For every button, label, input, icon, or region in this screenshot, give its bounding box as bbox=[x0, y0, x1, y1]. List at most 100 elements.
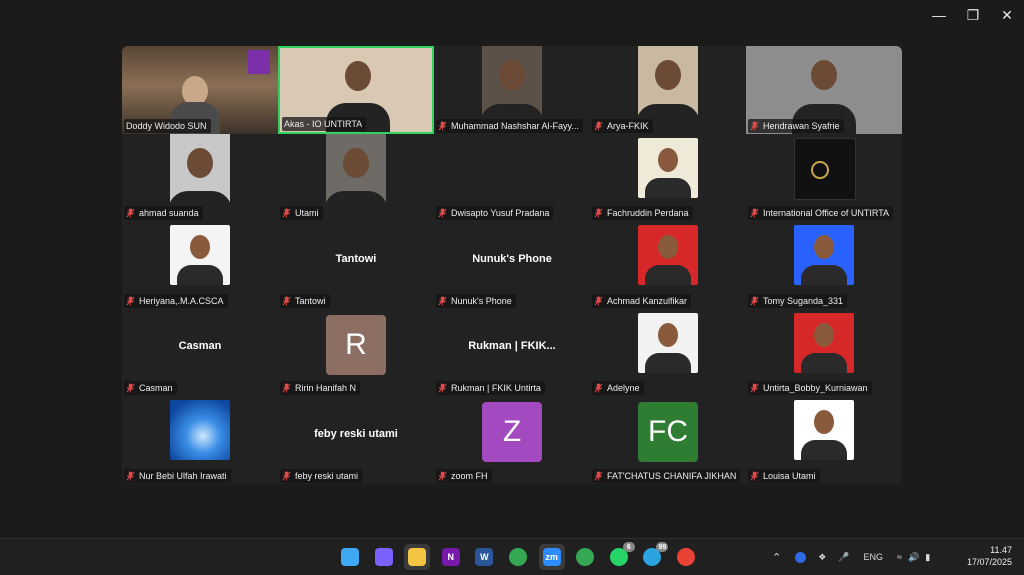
participant-tile[interactable]: Hendrawan Syafrie bbox=[746, 46, 902, 134]
participant-name-label: Untirta_Bobby_Kurniawan bbox=[748, 381, 872, 396]
taskbar-app-zoom[interactable]: zm bbox=[538, 544, 565, 570]
chrome-icon bbox=[677, 548, 695, 566]
participant-name: Untirta_Bobby_Kurniawan bbox=[763, 383, 868, 394]
avatar-initials: Z bbox=[502, 415, 522, 449]
muted-mic-icon bbox=[438, 383, 447, 393]
notification-badge: 6 bbox=[622, 542, 635, 552]
participant-name: Tantowi bbox=[295, 295, 326, 306]
participant-name-label: Heriyana,.M.A.CSCA bbox=[124, 293, 228, 308]
clock[interactable]: 11.47 17/07/2025 bbox=[967, 544, 1012, 568]
participant-tile[interactable]: Dwisapto Yusuf Pradana bbox=[434, 133, 590, 222]
participant-tile[interactable]: Heriyana,.M.A.CSCA bbox=[122, 221, 278, 309]
participant-name-label: Arya-FKIK bbox=[592, 118, 653, 133]
participant-tile[interactable]: Nunuk's Phone Nunuk's Phone bbox=[434, 221, 590, 309]
participant-logo bbox=[794, 137, 856, 200]
participant-name: Heriyana,.M.A.CSCA bbox=[139, 295, 224, 306]
participant-tile[interactable]: Fachruddin Perdana bbox=[590, 133, 746, 222]
muted-mic-icon bbox=[282, 296, 291, 306]
participant-tile[interactable]: feby reski utami feby reski utami bbox=[278, 396, 434, 484]
notification-badge: 99 bbox=[656, 542, 669, 552]
zoom-tray-icon[interactable] bbox=[795, 551, 807, 563]
minimize-button[interactable]: — bbox=[922, 0, 956, 30]
participant-tile[interactable]: Tomy Suganda_331 bbox=[746, 221, 902, 309]
participant-wallpaper bbox=[170, 400, 230, 461]
participant-tile[interactable]: Utami bbox=[278, 133, 434, 222]
onenote-icon: N bbox=[441, 548, 460, 566]
chevron-up-icon[interactable]: ⌃ bbox=[772, 551, 781, 564]
participant-name: zoom FH bbox=[451, 470, 488, 481]
participant-tile[interactable]: Untirta_Bobby_Kurniawan bbox=[746, 308, 902, 397]
participant-name-label: feby reski utami bbox=[280, 468, 363, 483]
participant-tile[interactable]: Zzoom FH bbox=[434, 396, 590, 484]
participant-name-label: Fachruddin Perdana bbox=[592, 206, 693, 221]
participant-name: Achmad Kanzulfikar bbox=[607, 295, 688, 306]
participant-tile[interactable]: Muhammad Nashshar Al-Fayy... bbox=[434, 46, 590, 134]
taskbar-app-telegram[interactable]: 99 bbox=[639, 542, 669, 570]
participant-tile[interactable]: Adelyne bbox=[590, 308, 746, 397]
participant-name: Utami bbox=[295, 208, 319, 219]
muted-mic-icon bbox=[282, 383, 291, 393]
participant-display-name: Rukman | FKIK... bbox=[468, 340, 556, 353]
participant-name-label: Doddy Widodo SUN bbox=[124, 118, 211, 133]
participant-tile[interactable]: R Ririn Hanifah N bbox=[278, 308, 434, 397]
participant-name-label: Adelyne bbox=[592, 381, 644, 396]
taskbar-app-chrome[interactable] bbox=[505, 544, 531, 570]
taskbar-app-word[interactable]: W bbox=[471, 544, 497, 570]
participant-name: Doddy Widodo SUN bbox=[126, 120, 207, 131]
muted-mic-icon bbox=[126, 296, 135, 306]
taskbar-app-windows-start[interactable] bbox=[337, 544, 363, 570]
participant-tile[interactable]: Nur Bebi Ulfah Irawati bbox=[122, 396, 278, 484]
participant-name-label: Rukman | FKIK Untirta bbox=[436, 381, 545, 396]
dropbox-icon[interactable]: ❖ bbox=[818, 552, 826, 563]
participant-photo bbox=[794, 312, 854, 373]
participant-name: Rukman | FKIK Untirta bbox=[451, 383, 541, 394]
restore-button[interactable]: ❐ bbox=[956, 0, 990, 30]
participant-photo bbox=[794, 400, 854, 461]
avatar: R bbox=[326, 314, 386, 375]
taskbar-app-copilot[interactable] bbox=[371, 544, 397, 570]
system-tray: ⌃ ❖ 🎤 ENG ≈ 🔊 ▮ bbox=[772, 539, 930, 575]
taskbar-app-chrome-profile[interactable] bbox=[572, 544, 598, 570]
taskbar-app-chrome-profile-2[interactable] bbox=[673, 544, 699, 570]
participant-name-label: ahmad suanda bbox=[124, 206, 203, 221]
participant-tile[interactable]: Casman Casman bbox=[122, 308, 278, 397]
participant-tile[interactable]: Achmad Kanzulfikar bbox=[590, 221, 746, 309]
participant-tile[interactable]: International Office of UNTIRTA bbox=[746, 133, 902, 222]
participant-tile[interactable]: Rukman | FKIK... Rukman | FKIK Untirta bbox=[434, 308, 590, 397]
battery-icon[interactable]: ▮ bbox=[925, 552, 930, 563]
muted-mic-icon bbox=[594, 121, 603, 131]
avatar-initials: R bbox=[345, 327, 367, 361]
chrome-icon bbox=[509, 548, 527, 566]
participant-name-label: Nur Bebi Ulfah Irawati bbox=[124, 468, 231, 483]
taskbar-app-whatsapp[interactable]: 6 bbox=[606, 542, 635, 570]
close-button[interactable]: ✕ bbox=[990, 0, 1024, 30]
participant-name: Arya-FKIK bbox=[607, 120, 649, 131]
muted-mic-icon bbox=[126, 471, 135, 481]
participant-tile[interactable]: Louisa Utami bbox=[746, 396, 902, 484]
taskbar-app-file-explorer[interactable] bbox=[404, 544, 431, 570]
muted-mic-icon bbox=[126, 383, 135, 393]
participant-name-label: Casman bbox=[124, 381, 177, 396]
clock-date: 17/07/2025 bbox=[966, 557, 1012, 567]
participant-display-name: Nunuk's Phone bbox=[472, 252, 552, 265]
participant-name: Akas - IO UNTIRTA bbox=[284, 118, 363, 129]
gallery-view: Doddy Widodo SUN Akas - IO UNTIRTA Muhamma… bbox=[122, 46, 902, 484]
taskbar-app-onenote[interactable]: N bbox=[438, 544, 464, 570]
microphone-icon[interactable]: 🎤 bbox=[838, 552, 849, 563]
participant-tile[interactable]: Akas - IO UNTIRTA bbox=[278, 46, 434, 134]
participant-tile[interactable]: Arya-FKIK bbox=[590, 46, 746, 134]
muted-mic-icon bbox=[594, 296, 603, 306]
participant-tile[interactable]: Doddy Widodo SUN bbox=[122, 46, 278, 134]
participant-tile[interactable]: FC FAT'CHATUS CHANIFA JIKHAN bbox=[590, 396, 746, 484]
volume-icon[interactable]: 🔊 bbox=[908, 552, 919, 563]
participant-name: Casman bbox=[139, 383, 173, 394]
wifi-icon[interactable]: ≈ bbox=[897, 552, 902, 562]
participant-tile[interactable]: Tantowi Tantowi bbox=[278, 221, 434, 309]
participant-tile[interactable]: ahmad suanda bbox=[122, 133, 278, 222]
avatar-initials: FC bbox=[648, 415, 688, 449]
participant-name: Louisa Utami bbox=[763, 470, 816, 481]
muted-mic-icon bbox=[750, 383, 759, 393]
participant-name-label: Tomy Suganda_331 bbox=[748, 293, 848, 308]
avatar: Z bbox=[482, 402, 542, 463]
language-indicator[interactable]: ENG bbox=[864, 552, 884, 562]
